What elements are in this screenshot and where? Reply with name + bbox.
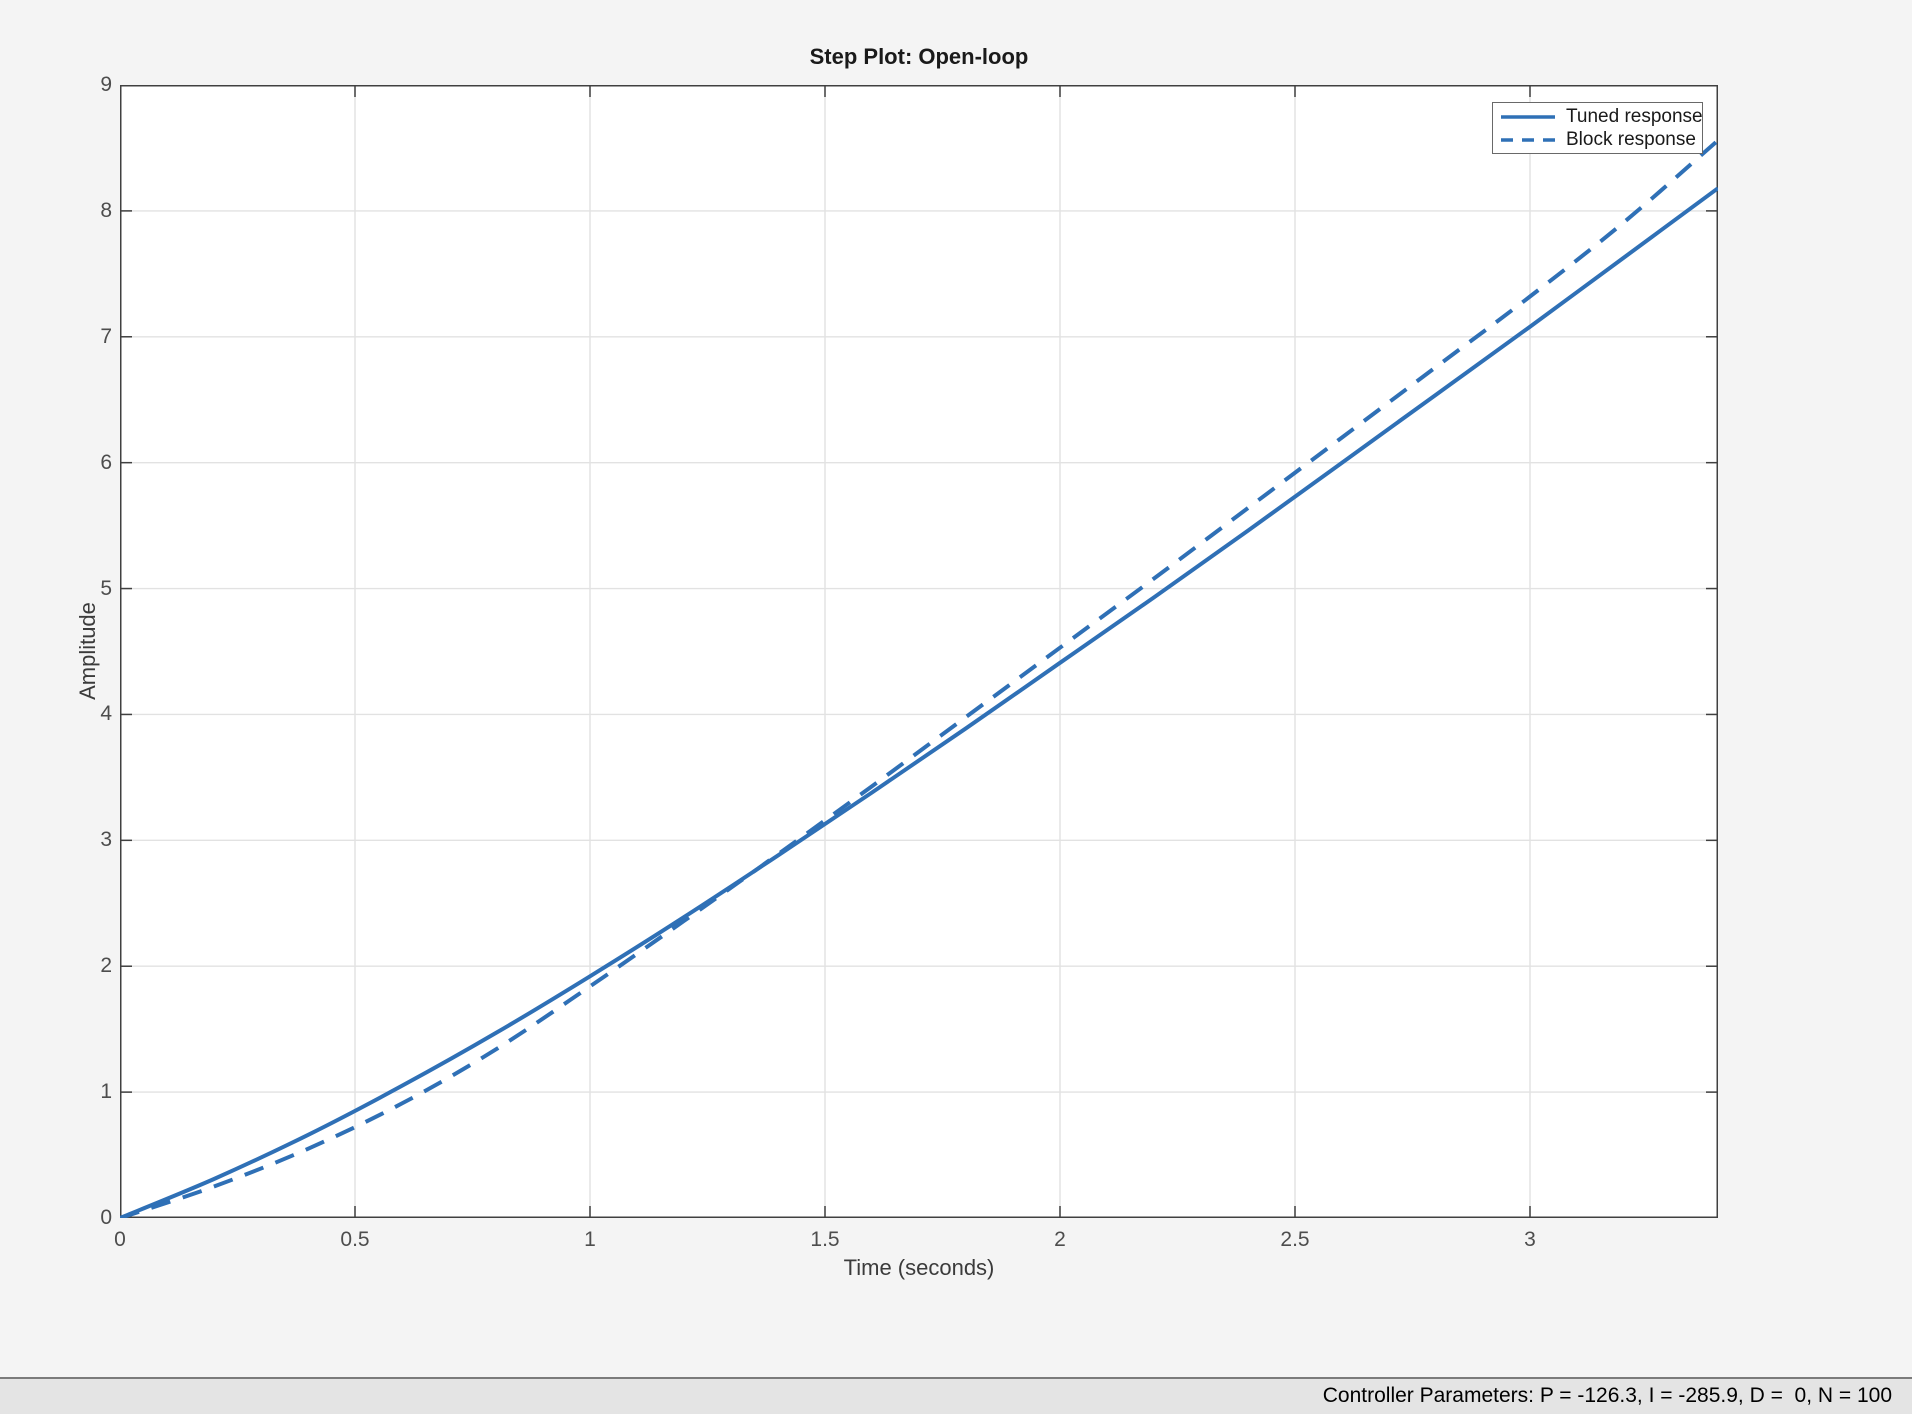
y-tick-label: 2 [100,954,112,978]
y-tick-label: 0 [100,1206,112,1229]
status-bar: Controller Parameters: P = -126.3, I = -… [0,1377,1912,1414]
plot-title: Step Plot: Open-loop [809,44,1029,69]
x-axis-label: Time (seconds) [843,1255,995,1280]
legend-item-label: Tuned response [1566,105,1703,127]
plot-background [120,85,1718,1218]
x-tick-label: 3 [1524,1228,1536,1251]
legend-item[interactable]: Tuned response [1499,105,1703,128]
x-tick-label: 1 [584,1228,596,1251]
y-tick-label: 7 [100,324,112,348]
legend-item-label: Block response [1566,128,1696,150]
y-tick-label: 1 [100,1080,112,1104]
y-tick-label: 5 [100,576,112,600]
x-tick-label: 2 [1054,1228,1066,1251]
x-tick-label: 1.5 [810,1228,840,1251]
legend-item[interactable]: Block response [1499,128,1696,151]
y-tick-label: 9 [100,73,112,96]
x-tick-label: 0.5 [340,1228,370,1251]
legend-line-sample-icon [1501,114,1555,119]
x-tick-label: 2.5 [1280,1228,1310,1251]
status-text: Controller Parameters: P = -126.3, I = -… [1322,1384,1892,1407]
y-tick-label: 3 [100,828,112,852]
figure-window: Step Plot: Open-loop Amplitude Time (sec… [0,0,1912,1377]
plot-area[interactable] [119,84,1720,1220]
y-tick-label: 6 [100,450,112,474]
y-axis-label: Amplitude [75,602,100,700]
chart-canvas[interactable] [119,84,1720,1220]
legend-line-sample-icon [1501,137,1555,142]
x-tick-label: 0 [114,1228,126,1251]
y-tick-label: 4 [100,702,112,726]
y-tick-label: 8 [100,198,112,222]
legend[interactable]: Tuned response Block response [1492,102,1703,154]
